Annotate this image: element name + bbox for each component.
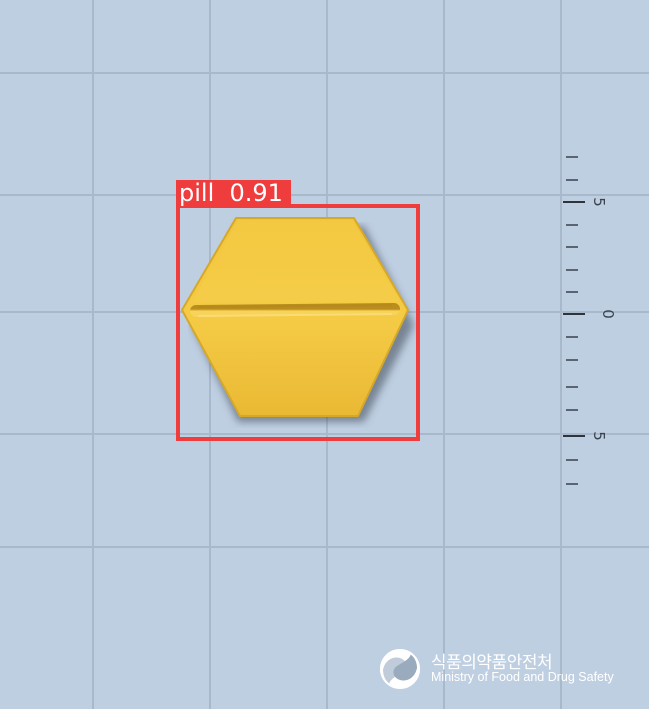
grid-line-vertical	[92, 0, 94, 709]
ruler-label: 5	[590, 431, 608, 441]
org-name-english: Ministry of Food and Drug Safety	[431, 670, 614, 684]
ruler-tick	[566, 179, 578, 181]
mfds-emblem-icon	[380, 649, 420, 689]
ruler-tick	[563, 201, 585, 203]
ruler-tick	[566, 246, 578, 248]
ruler-tick	[566, 269, 578, 271]
ruler-label: 5	[590, 197, 608, 207]
ruler-tick	[566, 409, 578, 411]
ruler-tick	[563, 435, 585, 437]
grid-line-horizontal	[0, 72, 649, 74]
ruler-tick	[566, 156, 578, 158]
ruler-tick	[566, 224, 578, 226]
detection-label: pill 0.91	[176, 180, 291, 207]
mfds-watermark: 식품의약품안전처 Ministry of Food and Drug Safet…	[379, 644, 629, 694]
grid-line-horizontal	[0, 546, 649, 548]
ruler-label: 0	[599, 309, 617, 319]
ruler-tick	[566, 336, 578, 338]
ruler-tick	[566, 291, 578, 293]
photo-background: 5 0 5 pill 0.91 식품의약품안전처 Ministry of Foo…	[0, 0, 649, 709]
ruler-tick	[566, 386, 578, 388]
grid-line-vertical	[560, 0, 562, 709]
ruler-tick	[566, 483, 578, 485]
ruler-tick	[566, 459, 578, 461]
detection-bounding-box	[176, 204, 420, 441]
ruler-tick	[563, 313, 585, 315]
grid-line-horizontal	[0, 194, 649, 196]
ruler-tick	[566, 359, 578, 361]
grid-line-vertical	[443, 0, 445, 709]
